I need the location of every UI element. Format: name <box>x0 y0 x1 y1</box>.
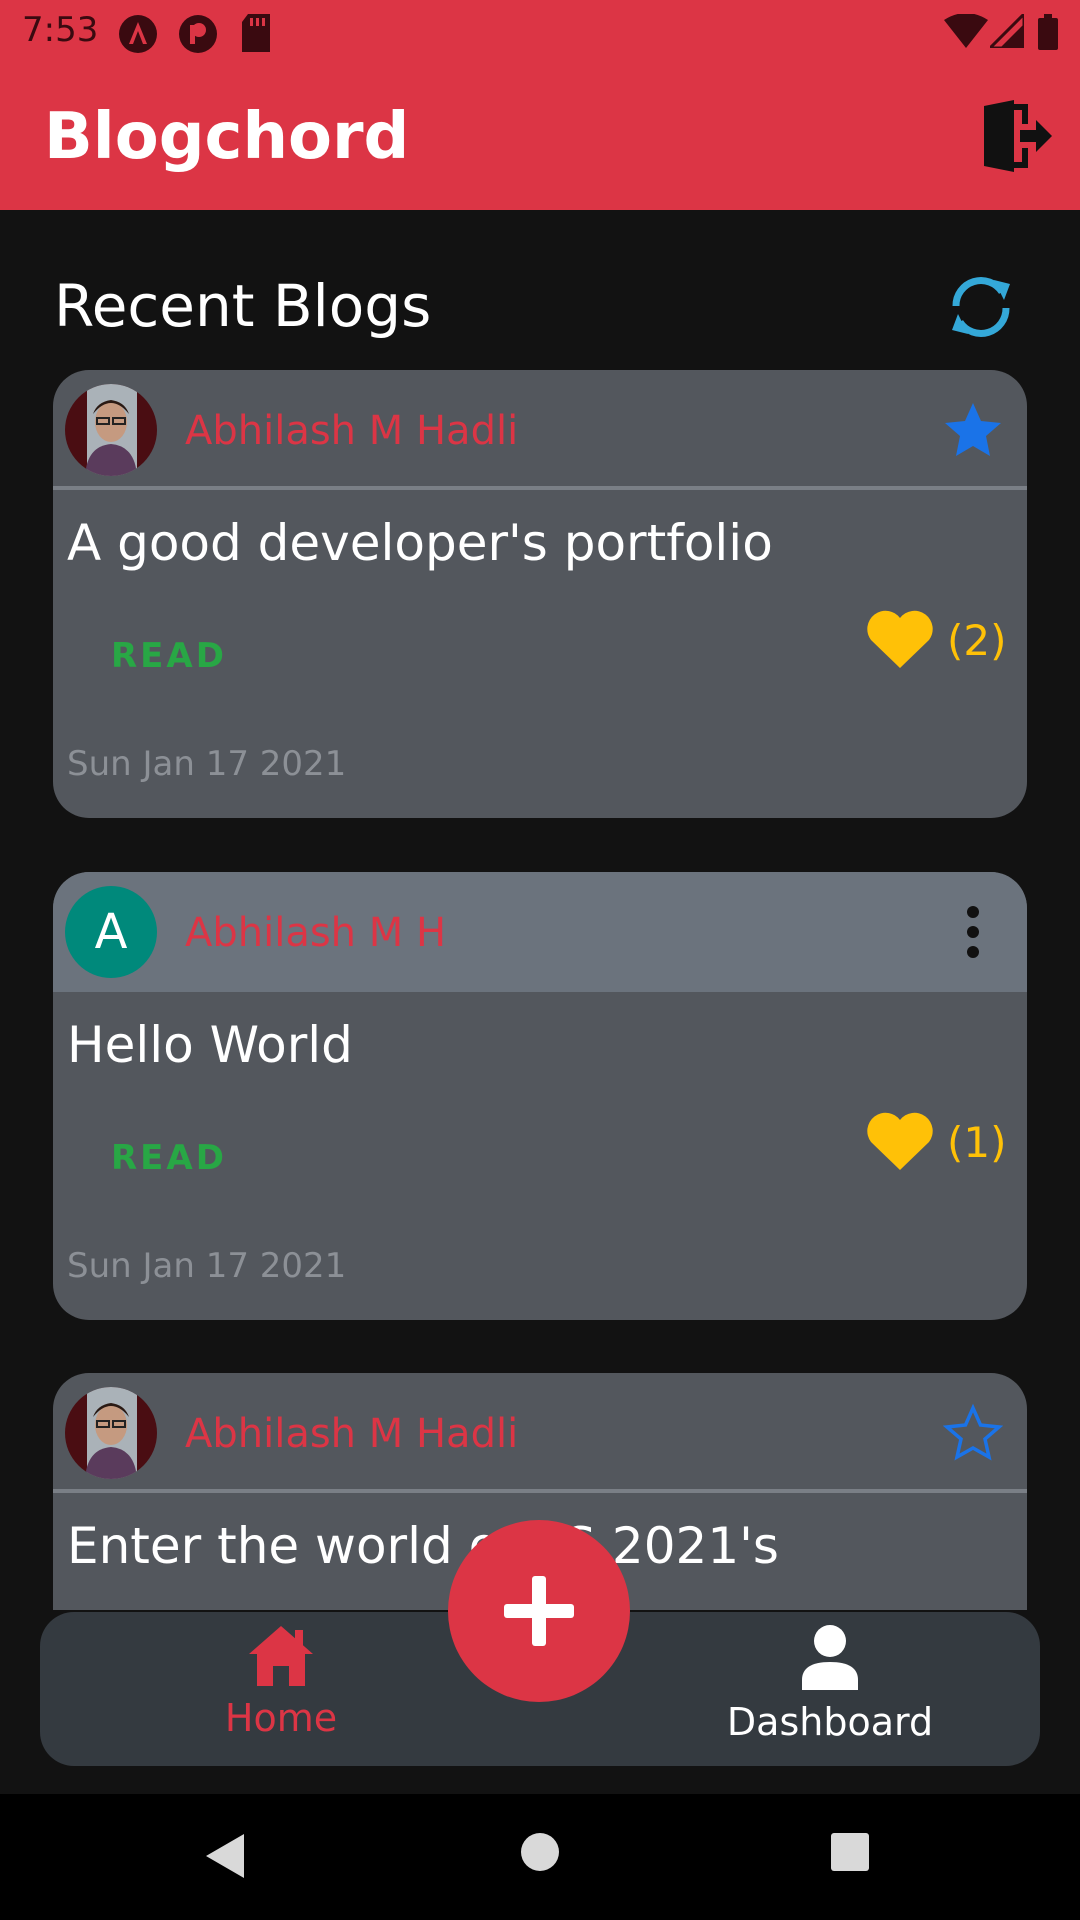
system-nav-bar <box>0 1794 1080 1920</box>
author-avatar: A <box>65 886 157 978</box>
read-button[interactable]: READ <box>111 636 227 676</box>
author-avatar <box>65 384 157 476</box>
author-name[interactable]: Abhilash M H <box>185 910 446 956</box>
back-icon[interactable] <box>204 1832 248 1880</box>
author-name[interactable]: Abhilash M Hadli <box>185 408 518 454</box>
recents-icon[interactable] <box>830 1832 870 1872</box>
card-header: Abhilash M Hadli <box>53 1373 1027 1493</box>
star-filled-icon[interactable] <box>943 400 1003 460</box>
blog-card[interactable]: A Abhilash M H Hello World READ (1) Sun … <box>53 872 1027 1320</box>
star-outline-icon[interactable] <box>943 1403 1003 1463</box>
nav-home-label: Home <box>224 1696 338 1740</box>
author-avatar <box>65 1387 157 1479</box>
more-vert-icon[interactable] <box>943 902 1003 962</box>
heart-icon[interactable] <box>865 606 935 670</box>
post-title: A good developer's portfolio <box>67 514 773 572</box>
post-title: Enter the world of ES 2021's <box>67 1517 779 1575</box>
nav-dashboard[interactable]: Dashboard <box>720 1624 940 1744</box>
card-header: Abhilash M Hadli <box>53 370 1027 490</box>
post-date: Sun Jan 17 2021 <box>67 1246 347 1286</box>
blog-card[interactable]: Abhilash M Hadli A good developer's port… <box>53 370 1027 818</box>
heart-icon[interactable] <box>865 1108 935 1172</box>
user-icon <box>802 1625 858 1690</box>
refresh-icon[interactable] <box>944 270 1018 344</box>
like-count: (1) <box>947 1118 1007 1167</box>
plus-icon <box>504 1576 574 1646</box>
card-header: A Abhilash M H <box>53 872 1027 992</box>
author-name[interactable]: Abhilash M Hadli <box>185 1411 518 1457</box>
blog-feed[interactable]: Recent Blogs Abhilash M Hadli A good dev… <box>0 0 1080 1610</box>
home-button-icon[interactable] <box>520 1832 560 1872</box>
read-button[interactable]: READ <box>111 1138 227 1178</box>
nav-home[interactable]: Home <box>186 1624 376 1740</box>
post-date: Sun Jan 17 2021 <box>67 744 347 784</box>
section-title: Recent Blogs <box>54 272 432 340</box>
home-icon <box>249 1626 313 1686</box>
add-post-button[interactable] <box>448 1520 630 1702</box>
like-count: (2) <box>947 616 1007 665</box>
nav-dashboard-label: Dashboard <box>726 1700 934 1744</box>
like-counter[interactable]: (1) <box>865 1108 1007 1178</box>
like-counter[interactable]: (2) <box>865 606 1007 676</box>
post-title: Hello World <box>67 1016 353 1074</box>
